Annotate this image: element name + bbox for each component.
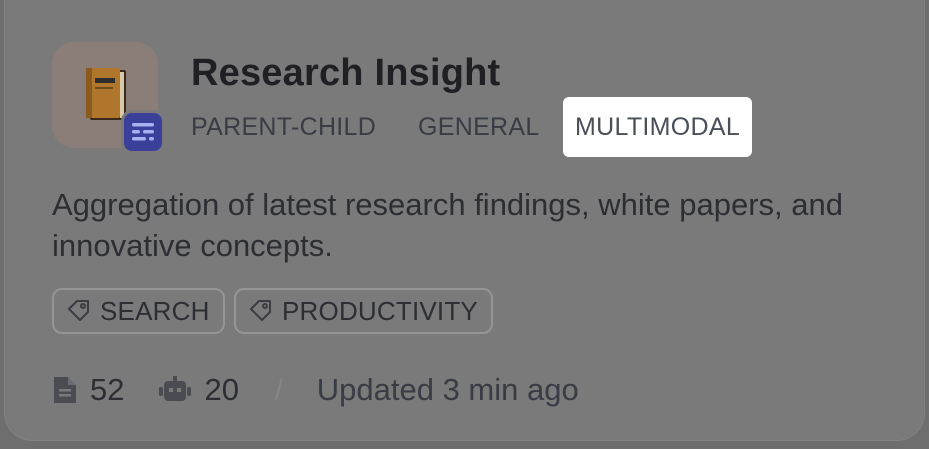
stats-separator: / <box>274 374 283 405</box>
mode-multimodal[interactable]: MULTIMODAL <box>563 97 753 157</box>
robot-icon <box>159 376 192 401</box>
document-icon <box>54 377 76 403</box>
card-description: Aggregation of latest research findings,… <box>52 187 843 263</box>
card-stats: 52 20 / Updated 3 min ago <box>52 368 579 412</box>
document-list-icon <box>121 110 165 154</box>
tag-label: PRODUCTIVITY <box>282 295 478 326</box>
mode-general[interactable]: GENERAL <box>418 113 540 142</box>
tag-search[interactable]: SEARCH <box>52 288 225 334</box>
tag-icon <box>68 300 89 321</box>
card-title: Research Insight <box>191 52 501 94</box>
tag-label: SEARCH <box>100 295 210 326</box>
app-count: 20 <box>158 372 239 408</box>
mode-parent-child[interactable]: PARENT-CHILD <box>191 113 376 142</box>
tag-productivity[interactable]: PRODUCTIVITY <box>234 288 493 334</box>
tag-icon <box>250 300 271 321</box>
knowledge-card[interactable]: Research Insight PARENT-CHILD GENERAL MU… <box>4 0 925 441</box>
document-count: 52 <box>52 372 124 408</box>
updated-time: Updated 3 min ago <box>316 372 579 407</box>
